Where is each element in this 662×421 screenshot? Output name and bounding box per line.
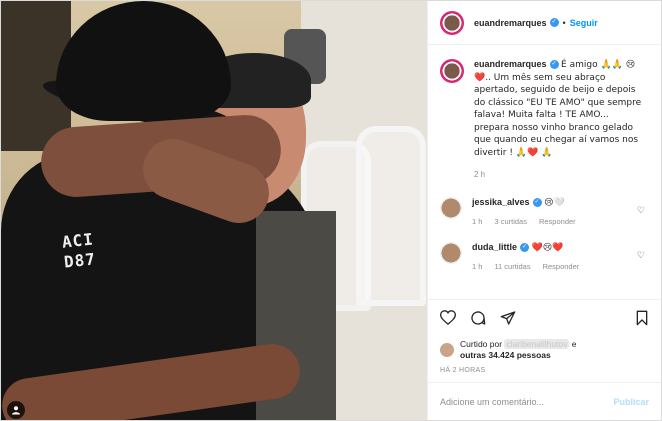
action-bar xyxy=(428,299,661,339)
avatar[interactable] xyxy=(440,343,454,357)
separator-dot: • xyxy=(562,17,566,28)
verified-badge-icon: ✓ xyxy=(549,18,559,27)
post-header: euandremarques ✓ • Seguir xyxy=(428,1,661,45)
caption-time[interactable]: 2 h xyxy=(474,169,644,181)
comment-likes[interactable]: 3 curtidas xyxy=(494,217,527,226)
comment-username[interactable]: duda_little xyxy=(472,242,517,252)
header-username[interactable]: euandremarques xyxy=(474,18,547,28)
avatar[interactable] xyxy=(440,59,464,83)
like-heart-icon[interactable] xyxy=(439,310,457,329)
heart-icon[interactable]: ♡ xyxy=(637,250,645,261)
bookmark-icon[interactable] xyxy=(635,310,649,330)
avatar[interactable] xyxy=(440,10,464,35)
follow-button[interactable]: Seguir xyxy=(570,18,598,28)
reply-button[interactable]: Responder xyxy=(539,217,576,226)
avatar[interactable] xyxy=(440,241,462,264)
comment-bubble-icon[interactable] xyxy=(470,310,486,330)
comment-time[interactable]: 1 h xyxy=(472,217,482,226)
add-comment-bar: Adicione um comentário... Publicar xyxy=(428,382,661,420)
avatar[interactable] xyxy=(440,196,462,219)
shirt-print: ACI D87 xyxy=(60,229,97,272)
likes-count[interactable]: outras 34.424 pessoas xyxy=(460,350,551,360)
post-side-panel: euandremarques ✓ • Seguir euandremarques… xyxy=(427,1,661,420)
verified-badge-icon: ✓ xyxy=(532,197,542,207)
caption-text: É amigo 🙏🙏 😢❤️.. Um mês sem seu abraço a… xyxy=(474,60,642,158)
comment-text: ❤️😢❤️ xyxy=(531,242,564,253)
caption: euandremarques ✓ É amigo 🙏🙏 😢❤️.. Um mês … xyxy=(440,59,649,181)
comment-item: duda_little ✓ ❤️😢❤️ 1 h 11 curtidas Respo… xyxy=(440,241,649,271)
post-age[interactable]: HÁ 2 HORAS xyxy=(428,361,661,374)
likes-connector: e xyxy=(571,339,577,349)
person-icon[interactable] xyxy=(7,401,25,419)
comments-list: euandremarques ✓ É amigo 🙏🙏 😢❤️.. Um mês … xyxy=(428,45,661,299)
reply-button[interactable]: Responder xyxy=(543,262,580,271)
verified-badge-icon: ✓ xyxy=(549,60,559,70)
heart-icon[interactable]: ♡ xyxy=(637,205,645,216)
white-chair xyxy=(356,126,426,306)
instagram-post: ACI D87 euandremarques ✓ • Seguir euandr… xyxy=(0,0,662,421)
verified-badge-icon: ✓ xyxy=(520,242,530,252)
black-hat xyxy=(56,1,231,121)
comment-username[interactable]: jessika_alves xyxy=(472,197,530,207)
comment-input[interactable]: Adicione um comentário... xyxy=(440,397,544,407)
post-photo[interactable]: ACI D87 xyxy=(1,1,427,420)
caption-username[interactable]: euandremarques xyxy=(474,59,547,69)
comment-time[interactable]: 1 h xyxy=(472,262,482,271)
likes-summary: Curtido por claribenalilhutov e outras 3… xyxy=(428,339,661,361)
comment-likes[interactable]: 11 curtidas xyxy=(494,262,530,271)
share-icon[interactable] xyxy=(500,310,516,330)
comment-item: jessika_alves ✓ 😢🤍 1 h 3 curtidas Respond… xyxy=(440,196,649,226)
liked-by-label: Curtido por xyxy=(460,339,503,349)
comment-text: 😢🤍 xyxy=(544,197,565,208)
publish-button[interactable]: Publicar xyxy=(613,397,649,407)
liked-by-user[interactable]: claribenalilhutov xyxy=(504,339,570,349)
